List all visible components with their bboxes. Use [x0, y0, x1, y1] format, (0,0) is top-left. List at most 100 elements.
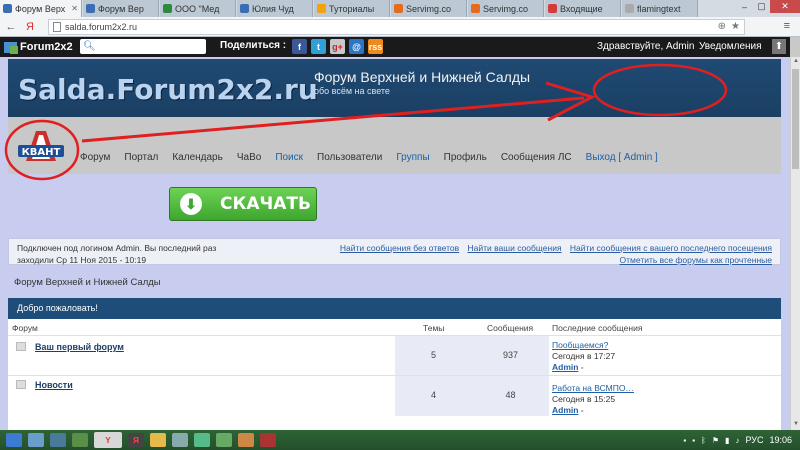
forum-status-icon [16, 342, 26, 351]
share-label: Поделиться : [220, 40, 287, 51]
browser-tab[interactable]: Юлия Чуд [237, 0, 313, 17]
menu-item-logout[interactable]: Выход [ Admin ] [586, 152, 658, 163]
start-windows-icon[interactable] [6, 433, 22, 447]
new-posts-link[interactable]: Найти сообщения с вашего последнего посе… [570, 243, 772, 253]
forum-page: Salda.Forum2x2.ru Форум Верхней и Нижней… [0, 57, 790, 430]
download-label: СКАЧАТЬ [220, 194, 311, 214]
site-logo-text[interactable]: Salda.Forum2x2.ru [18, 73, 318, 106]
scrollbar-thumb[interactable] [792, 69, 799, 169]
goto-post-icon[interactable]: ▫ [581, 408, 583, 415]
last-post-title[interactable]: Работа на ВСМПО… [552, 383, 634, 394]
browser-tab[interactable]: flamingtext [622, 0, 698, 17]
menu-item-portal[interactable]: Портал [124, 152, 158, 163]
forum-status-icon [16, 380, 26, 389]
network-icon[interactable]: ▮ [725, 436, 729, 445]
last-post-user[interactable]: Admin [552, 362, 578, 372]
scroll-down-icon[interactable]: ▼ [792, 421, 800, 429]
browser-tab[interactable]: Входящие [545, 0, 621, 17]
taskbar-app-icon[interactable] [28, 433, 44, 447]
goto-post-icon[interactable]: ▫ [581, 365, 583, 372]
favicon-icon [471, 4, 480, 13]
kvant-logo-text: КВАНТ [22, 147, 61, 158]
menu-item-messages[interactable]: Сообщения ЛС [501, 152, 572, 163]
menu-item-faq[interactable]: ЧаВо [237, 152, 261, 163]
folder-icon[interactable] [150, 433, 166, 447]
vertical-scrollbar[interactable]: ▲ ▼ [790, 57, 800, 430]
forum-link[interactable]: Новости [35, 380, 73, 390]
social-icons: f t g+ @ rss [292, 39, 387, 54]
volume-icon[interactable]: ♪ [735, 436, 739, 445]
tray-app-icon[interactable]: ▪ [692, 436, 695, 445]
flag-icon[interactable]: ⚑ [712, 436, 719, 445]
star-icon[interactable]: ★ [731, 21, 740, 32]
yandex-taskbar-icon[interactable]: Я [128, 433, 144, 447]
last-post-user[interactable]: Admin [552, 405, 578, 415]
login-info-box: Подключен под логином Admin. Вы последни… [8, 238, 781, 265]
download-button[interactable]: ⬇ СКАЧАТЬ [169, 187, 317, 221]
browser-tab[interactable]: Форум Верх ✕ [0, 0, 82, 17]
taskbar-app-icon[interactable] [238, 433, 254, 447]
browser-tab[interactable]: ООО "Мед [160, 0, 236, 17]
menu-item-forum[interactable]: Форум [80, 152, 110, 163]
breadcrumb[interactable]: Форум Верхней и Нижней Салды [14, 277, 161, 288]
unanswered-link[interactable]: Найти сообщения без ответов [340, 243, 459, 253]
taskbar-app-icon[interactable] [72, 433, 88, 447]
tab-label: ООО "Мед [175, 3, 220, 14]
scroll-up-icon[interactable]: ▲ [792, 58, 800, 66]
search-input[interactable]: 🔍︎ [80, 39, 206, 54]
topic-count: 4 [395, 376, 472, 416]
notifications-link[interactable]: Уведомления [699, 41, 762, 52]
download-arrow-icon: ⬇ [180, 193, 202, 215]
up-arrow-icon[interactable]: ⬆ [772, 39, 786, 54]
last-post-time: Сегодня в 15:25 [552, 394, 616, 404]
taskbar-app-icon[interactable] [216, 433, 232, 447]
mark-read-link[interactable]: Отметить все форумы как прочтенные [620, 255, 772, 265]
rss-icon[interactable]: rss [368, 39, 383, 54]
back-arrow-icon[interactable]: ← [3, 19, 19, 35]
menu-item-calendar[interactable]: Календарь [172, 152, 222, 163]
last-post: Работа на ВСМПО… Сегодня в 15:25 Admin ▫ [552, 383, 634, 417]
menu-item-groups[interactable]: Группы [396, 152, 429, 163]
google-plus-icon[interactable]: g+ [330, 39, 345, 54]
browser-tab[interactable]: Servimg.co [391, 0, 467, 17]
kvant-logo[interactable]: КВАНТ [12, 129, 70, 169]
forum-link[interactable]: Ваш первый форум [35, 342, 124, 352]
tab-label: Юлия Чуд [252, 3, 294, 14]
hamburger-menu-icon[interactable]: ≡ [784, 20, 790, 32]
taskbar-app-icon[interactable] [194, 433, 210, 447]
menu-item-search[interactable]: Поиск [275, 152, 303, 163]
yandex-icon[interactable]: Я [22, 19, 38, 35]
tab-label: Туториалы [329, 3, 375, 14]
email-icon[interactable]: @ [349, 39, 364, 54]
taskbar-app-icon[interactable] [172, 433, 188, 447]
post-count: 48 [472, 376, 549, 416]
language-indicator[interactable]: РУС [745, 435, 763, 445]
url-input[interactable]: salda.forum2x2.ru ⊕ ★ [48, 19, 745, 35]
forum2x2-icon [4, 41, 18, 54]
taskbar-app-icon[interactable] [260, 433, 276, 447]
twitter-icon[interactable]: t [311, 39, 326, 54]
close-icon[interactable]: ✕ [71, 4, 78, 13]
taskbar-app-icon[interactable] [50, 433, 66, 447]
window-close-icon[interactable]: ✕ [770, 0, 800, 13]
maximize-icon[interactable]: ▢ [753, 0, 770, 13]
browser-tab[interactable]: Туториалы [314, 0, 390, 17]
browser-tab[interactable]: Servimg.co [468, 0, 544, 17]
your-posts-link[interactable]: Найти ваши сообщения [468, 243, 562, 253]
menu-item-users[interactable]: Пользователи [317, 152, 382, 163]
yandex-browser-taskbar-icon[interactable]: Y [94, 432, 122, 448]
clock[interactable]: 19:06 [769, 435, 792, 445]
minimize-icon[interactable]: – [736, 0, 753, 13]
tray-app-icon[interactable]: ▪ [683, 436, 686, 445]
browser-tab[interactable]: Форум Вер [83, 0, 159, 17]
col-header-last-posts: Последние сообщения [552, 323, 643, 333]
bluetooth-icon[interactable]: ᛒ [701, 436, 706, 445]
tab-label: Форум Вер [98, 3, 144, 14]
facebook-icon[interactable]: f [292, 39, 307, 54]
greeting-link[interactable]: Здравствуйте, Admin [597, 41, 694, 52]
zoom-icon[interactable]: ⊕ [718, 21, 726, 32]
menu-item-profile[interactable]: Профиль [444, 152, 487, 163]
topic-count: 5 [395, 336, 472, 376]
forum2x2-logo[interactable]: Forum2x2 [4, 41, 73, 54]
last-post-title[interactable]: Пообщаемся? [552, 340, 615, 351]
